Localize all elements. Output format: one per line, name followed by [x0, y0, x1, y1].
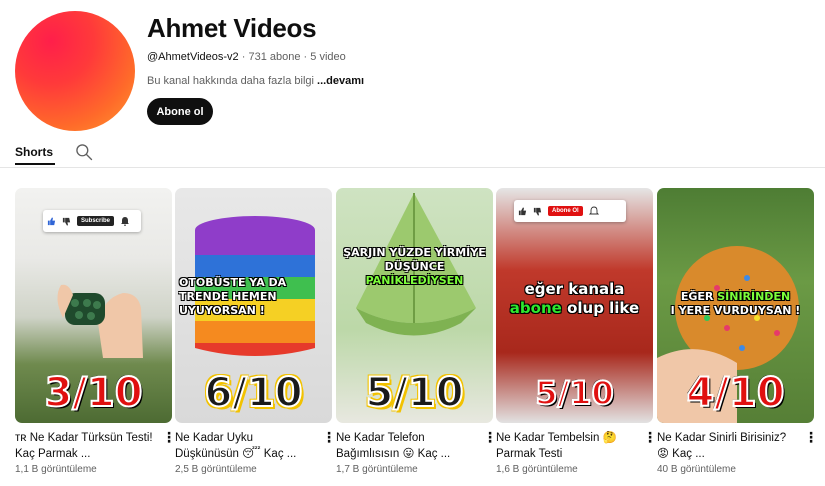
caption-highlight: PANİKLEDİYSEN: [365, 273, 464, 287]
channel-meta: @AhmetVideos-v2 · 731 abone · 5 video: [147, 51, 346, 63]
caption-text: I YERE VURDUYSAN !: [670, 303, 801, 317]
thumbs-down-icon: [62, 217, 71, 226]
overlay-subscribe-label: Subscribe: [77, 216, 115, 226]
more-options-icon[interactable]: ⋮: [804, 430, 818, 446]
subscribe-button[interactable]: Abone ol: [147, 98, 213, 125]
bell-icon: [588, 206, 599, 215]
short-score: 6/10: [203, 370, 303, 416]
short-views: 1,7 B görüntüleme: [336, 464, 418, 475]
tab-shorts[interactable]: Shorts: [15, 138, 56, 165]
short-title[interactable]: Ne Kadar Tembelsin 🤔 Parmak Testi: [496, 430, 634, 462]
short-caption: eğer kanala abone olup like: [496, 280, 653, 318]
channel-tabs: Shorts: [0, 138, 825, 168]
short-views: 40 B görüntüleme: [657, 464, 736, 475]
caption-text: olup like: [567, 298, 640, 317]
about-more-link[interactable]: ...devamı: [317, 75, 364, 87]
short-score: 4/10: [685, 370, 785, 416]
short-score: 3/10: [43, 370, 143, 416]
caption-text: ŞARJIN YÜZDE YİRMİYE DÜŞÜNCE: [343, 246, 486, 273]
short-score: 5/10: [364, 370, 464, 416]
channel-title: Ahmet Videos: [147, 13, 317, 43]
short-title[interactable]: Ne Kadar Telefon Bağımlısısın 😛 Kaç ...: [336, 430, 474, 462]
short-thumbnail[interactable]: OTOBÜSTE YA DA TRENDE HEMEN UYUYORSAN ! …: [175, 188, 332, 423]
hand-fidget-illustration: [57, 284, 143, 358]
caption-text: eğer kanala: [524, 280, 625, 298]
short-views: 1,1 B görüntüleme: [15, 464, 97, 475]
about-text: Bu kanal hakkında daha fazla bilgi: [147, 75, 314, 87]
caption-text: EĞER: [680, 290, 714, 303]
bell-icon: [121, 217, 130, 226]
thumbs-up-icon: [47, 216, 56, 225]
short-thumbnail[interactable]: ŞARJIN YÜZDE YİRMİYE DÜŞÜNCE PANİKLEDİYS…: [336, 188, 493, 423]
caption-highlight: abone: [509, 298, 562, 317]
video-count: 5 video: [310, 51, 346, 63]
short-caption: EĞER SİNİRİNDEN I YERE VURDUYSAN !: [657, 290, 814, 318]
thumbs-down-icon: [533, 207, 542, 216]
search-icon[interactable]: [74, 142, 94, 162]
short-caption: OTOBÜSTE YA DA TRENDE HEMEN UYUYORSAN !: [179, 276, 287, 317]
channel-about[interactable]: Bu kanal hakkında daha fazla bilgi ...de…: [147, 75, 364, 87]
more-options-icon[interactable]: ⋮: [643, 430, 657, 446]
short-card[interactable]: OTOBÜSTE YA DA TRENDE HEMEN UYUYORSAN ! …: [175, 188, 336, 475]
more-options-icon[interactable]: ⋮: [483, 430, 497, 446]
short-title[interactable]: Ne Kadar Uyku Düşkünüsün 😴 Kaç ...: [175, 430, 313, 462]
caption-highlight: SİNİRİNDEN: [717, 290, 791, 303]
subscribe-overlay: Abone Ol: [514, 200, 626, 222]
channel-avatar[interactable]: [15, 11, 135, 131]
short-views: 2,5 B görüntüleme: [175, 464, 257, 475]
short-thumbnail[interactable]: Subscribe 3/10: [15, 188, 172, 423]
short-caption: ŞARJIN YÜZDE YİRMİYE DÜŞÜNCE PANİKLEDİYS…: [336, 246, 493, 287]
short-thumbnail[interactable]: Abone Ol eğer kanala abone olup like 5/1…: [496, 188, 653, 423]
overlay-subscribe-label: Abone Ol: [548, 206, 583, 216]
subscribe-overlay: Subscribe: [43, 210, 141, 232]
short-thumbnail[interactable]: EĞER SİNİRİNDEN I YERE VURDUYSAN ! 4/10: [657, 188, 814, 423]
thumbs-up-icon: [518, 206, 527, 215]
short-card[interactable]: ŞARJIN YÜZDE YİRMİYE DÜŞÜNCE PANİKLEDİYS…: [336, 188, 497, 475]
short-title[interactable]: Ne Kadar Sinirli Birisiniz? 😡 Kaç ...: [657, 430, 795, 462]
short-title[interactable]: ᴛʀ Ne Kadar Türksün Testi! Kaç Parmak ..…: [15, 430, 153, 462]
short-score: 5/10: [534, 374, 614, 412]
subscriber-count: 731 abone: [248, 51, 301, 63]
channel-handle: @AhmetVideos-v2: [147, 51, 239, 63]
short-card[interactable]: EĞER SİNİRİNDEN I YERE VURDUYSAN ! 4/10 …: [657, 188, 818, 475]
more-options-icon[interactable]: ⋮: [322, 430, 336, 446]
short-card[interactable]: Subscribe 3/10 ᴛʀ Ne Kadar Türksün Testi…: [15, 188, 176, 475]
short-card[interactable]: Abone Ol eğer kanala abone olup like 5/1…: [496, 188, 657, 475]
more-options-icon[interactable]: ⋮: [162, 430, 176, 446]
short-views: 1,6 B görüntüleme: [496, 464, 578, 475]
